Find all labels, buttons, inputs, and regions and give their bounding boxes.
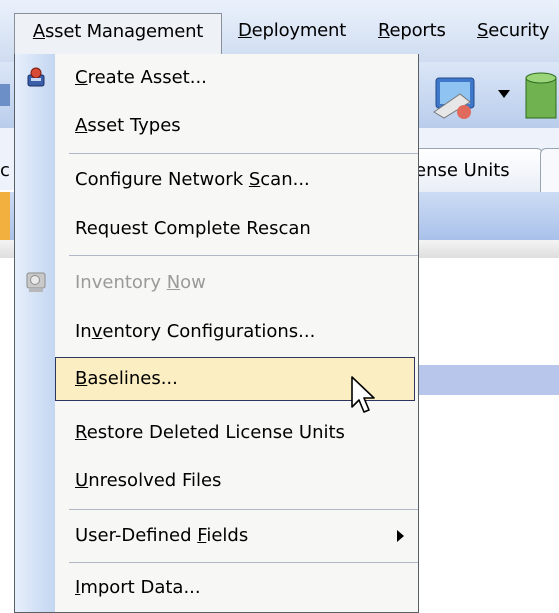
toolbar-clipped-icon — [0, 84, 10, 106]
deploy-wizard-icon[interactable] — [430, 72, 482, 122]
menu-separator — [69, 153, 418, 154]
clipped-tab-letter: c — [0, 160, 10, 181]
menu-separator — [69, 562, 418, 563]
mouse-pointer-icon — [351, 376, 375, 413]
list-content — [418, 258, 559, 613]
asset-management-dropdown: Create Asset... Asset Types Configure Ne… — [14, 54, 419, 613]
menu-item-user-defined-fields[interactable]: User-Defined Fields — [15, 512, 418, 560]
submenu-arrow-icon — [397, 530, 404, 542]
menu-item-inventory-now[interactable]: Inventory Now — [15, 259, 418, 307]
menu-reports[interactable]: Reports — [378, 13, 446, 49]
menu-asset-management[interactable]: Asset Management — [14, 13, 222, 55]
menu-item-asset-types[interactable]: Asset Types — [15, 102, 418, 150]
selected-list-row[interactable] — [418, 365, 559, 395]
view-header-accent — [0, 192, 10, 240]
dropdown-arrow-icon[interactable] — [496, 88, 512, 100]
menu-item-configure-network-scan[interactable]: Configure Network Scan... — [15, 156, 418, 204]
menu-item-import-data[interactable]: Import Data... — [15, 564, 418, 612]
menu-item-request-complete-rescan[interactable]: Request Complete Rescan — [15, 205, 418, 253]
menu-separator — [69, 255, 418, 256]
menu-item-inventory-configurations[interactable]: Inventory Configurations... — [15, 308, 418, 356]
inventory-now-icon — [26, 272, 46, 292]
menu-item-unresolved-files[interactable]: Unresolved Files — [15, 457, 418, 505]
menu-separator — [69, 509, 418, 510]
tab-next[interactable] — [540, 148, 559, 192]
menu-item-create-asset[interactable]: Create Asset... — [15, 54, 418, 102]
menu-security[interactable]: Security — [477, 13, 550, 49]
menu-bar: Asset Management Deployment Reports Secu… — [0, 0, 559, 62]
database-icon[interactable] — [520, 70, 559, 122]
create-asset-icon — [27, 67, 45, 87]
menu-deployment[interactable]: Deployment — [238, 13, 346, 49]
